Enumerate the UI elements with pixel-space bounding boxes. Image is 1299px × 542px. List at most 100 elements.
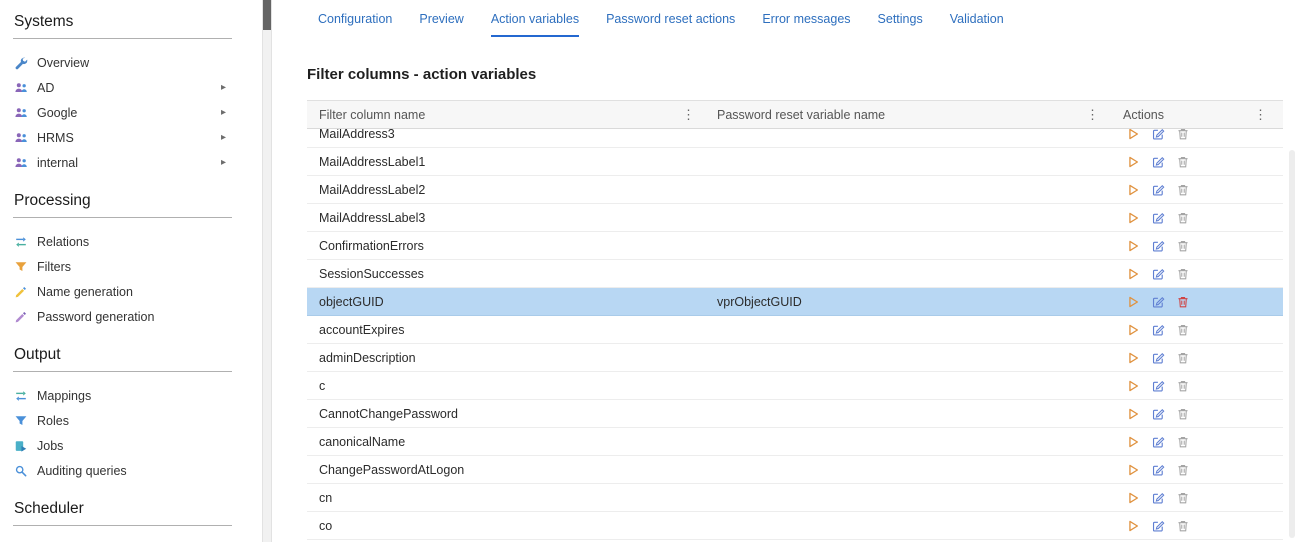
tab-action-variables[interactable]: Action variables [490,12,580,37]
sidebar-item-roles[interactable]: Roles [13,408,232,433]
edit-icon[interactable] [1150,490,1165,505]
sidebar-item-name-generation[interactable]: Name generation [13,279,232,304]
delete-icon[interactable] [1175,129,1190,141]
delete-icon[interactable] [1175,154,1190,169]
chevron-right-icon: ▸ [220,131,226,143]
table-row[interactable]: MailAddressLabel2 [307,176,1283,204]
run-icon[interactable] [1125,210,1140,225]
delete-icon[interactable] [1175,210,1190,225]
delete-icon[interactable] [1175,322,1190,337]
delete-icon[interactable] [1175,294,1190,309]
run-icon[interactable] [1125,182,1140,197]
delete-icon[interactable] [1175,182,1190,197]
table-row[interactable]: objectGUID vprObjectGUID [307,288,1283,316]
table-row[interactable]: ConfirmationErrors [307,232,1283,260]
sidebar-item-label: Overview [37,55,90,70]
column-menu-icon[interactable]: ⋮ [1252,107,1269,123]
edit-icon[interactable] [1150,182,1165,197]
edit-icon[interactable] [1150,294,1165,309]
delete-icon[interactable] [1175,266,1190,281]
edit-icon[interactable] [1150,154,1165,169]
edit-icon[interactable] [1150,129,1165,141]
table-row[interactable]: CannotChangePassword [307,400,1283,428]
table-row[interactable]: MailAddressLabel3 [307,204,1283,232]
edit-icon[interactable] [1150,322,1165,337]
run-icon[interactable] [1125,154,1140,169]
tab-settings[interactable]: Settings [878,12,923,37]
edit-icon[interactable] [1150,238,1165,253]
sidebar-item-google[interactable]: Google ▸ [13,100,232,125]
table-row[interactable]: SessionSuccesses [307,260,1283,288]
run-icon[interactable] [1125,294,1140,309]
filter-column-name-cell: c [319,378,326,393]
sidebar-section-title: Output [14,346,61,363]
table-row[interactable]: c [307,372,1283,400]
tab-error-messages[interactable]: Error messages [762,12,850,37]
delete-icon[interactable] [1175,406,1190,421]
edit-icon[interactable] [1150,434,1165,449]
table-row[interactable]: ChangePasswordAtLogon [307,456,1283,484]
run-icon[interactable] [1125,406,1140,421]
table-row[interactable]: co [307,512,1283,540]
sidebar-item-relations[interactable]: Relations [13,229,232,254]
sidebar-item-auditing-queries[interactable]: Auditing queries [13,458,232,483]
sidebar-item-internal[interactable]: internal ▸ [13,150,232,175]
sidebar-item-password-generation[interactable]: Password generation [13,304,232,329]
sidebar-item-jobs[interactable]: Jobs [13,433,232,458]
chevron-right-icon: ▸ [220,106,226,118]
table-row[interactable]: MailAddressLabel1 [307,148,1283,176]
column-menu-icon[interactable]: ⋮ [680,107,697,123]
sidebar-item-mappings[interactable]: Mappings [13,383,232,408]
run-icon[interactable] [1125,434,1140,449]
delete-icon[interactable] [1175,462,1190,477]
run-icon[interactable] [1125,518,1140,533]
row-actions [1111,232,1283,259]
run-icon[interactable] [1125,266,1140,281]
table-row[interactable]: adminDescription [307,344,1283,372]
table-scrollbar[interactable] [1289,150,1295,538]
password-reset-variable-cell [707,372,1111,399]
table-row[interactable]: MailAddress3 [307,129,1283,148]
tab-validation[interactable]: Validation [950,12,1004,37]
delete-icon[interactable] [1175,238,1190,253]
delete-icon[interactable] [1175,518,1190,533]
row-actions [1111,176,1283,203]
sidebar-scrollbar[interactable] [262,0,272,542]
sidebar-item-overview[interactable]: Overview [13,537,232,542]
tab-configuration[interactable]: Configuration [318,12,392,37]
scrollbar-thumb-icon[interactable] [263,0,271,30]
sidebar-item-filters[interactable]: Filters [13,254,232,279]
sidebar-item-label: Google [37,105,78,120]
edit-icon[interactable] [1150,462,1165,477]
edit-icon[interactable] [1150,518,1165,533]
delete-icon[interactable] [1175,378,1190,393]
run-icon[interactable] [1125,490,1140,505]
table-row[interactable]: canonicalName [307,428,1283,456]
tab-password-reset-actions[interactable]: Password reset actions [606,12,735,37]
sidebar-item-hrms[interactable]: HRMS ▸ [13,125,232,150]
edit-icon[interactable] [1150,210,1165,225]
edit-icon[interactable] [1150,266,1165,281]
edit-icon[interactable] [1150,406,1165,421]
run-icon[interactable] [1125,129,1140,141]
run-icon[interactable] [1125,350,1140,365]
table-row[interactable]: cn [307,484,1283,512]
delete-icon[interactable] [1175,350,1190,365]
column-header-label: Password reset variable name [717,107,886,122]
run-icon[interactable] [1125,238,1140,253]
run-icon[interactable] [1125,462,1140,477]
column-menu-icon[interactable]: ⋮ [1084,107,1101,123]
delete-icon[interactable] [1175,434,1190,449]
sidebar-item-label: Filters [37,259,72,274]
edit-icon[interactable] [1150,378,1165,393]
sidebar-item-label: Roles [37,413,69,428]
sidebar-item-overview[interactable]: Overview [13,50,232,75]
delete-icon[interactable] [1175,490,1190,505]
sidebar-item-ad[interactable]: AD ▸ [13,75,232,100]
filter-column-name-cell: MailAddressLabel1 [319,154,426,169]
tab-preview[interactable]: Preview [419,12,463,37]
run-icon[interactable] [1125,322,1140,337]
edit-icon[interactable] [1150,350,1165,365]
table-row[interactable]: accountExpires [307,316,1283,344]
run-icon[interactable] [1125,378,1140,393]
